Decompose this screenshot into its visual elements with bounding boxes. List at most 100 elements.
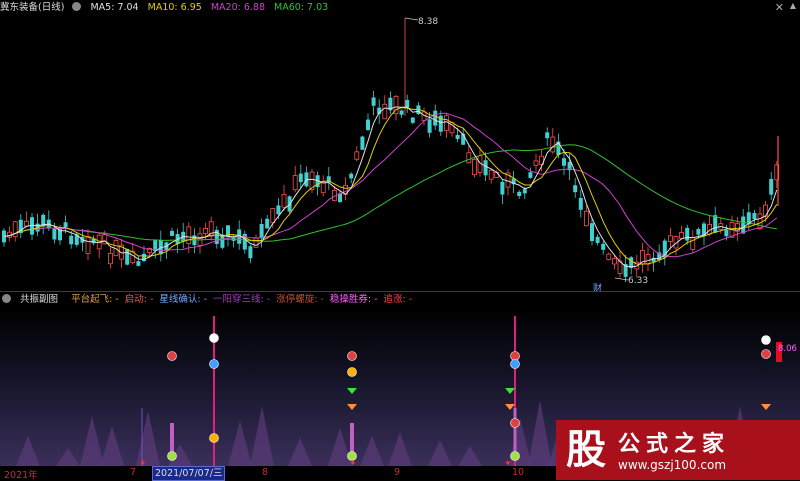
candle-body bbox=[433, 110, 438, 126]
sub-legend: 共振副图 平台起飞: - 启动: - 星线确认: - 一阳穿三线: - 涨停螺旋: - 稳… bbox=[0, 292, 424, 308]
candle-body bbox=[443, 115, 449, 132]
ma5-label: MA5: 7.04 bbox=[90, 2, 139, 13]
candle-body bbox=[668, 235, 673, 242]
logo-title: 公式之家 bbox=[618, 432, 731, 457]
candle-body bbox=[550, 136, 556, 153]
star-marker-icon: ✦ bbox=[504, 459, 512, 466]
sub-legend-item-1: 启动: - bbox=[124, 294, 154, 305]
candle-body bbox=[696, 229, 701, 235]
sub-title[interactable]: 共振副图 bbox=[20, 294, 58, 305]
candle-body bbox=[769, 178, 774, 195]
candle-body bbox=[259, 224, 264, 239]
candle-body bbox=[63, 222, 68, 227]
candle-body bbox=[142, 253, 146, 262]
candle-body bbox=[752, 212, 757, 220]
candle-body bbox=[108, 252, 113, 265]
logo-url: www.gszj100.com bbox=[618, 458, 727, 472]
signal-ball-icon bbox=[347, 367, 357, 377]
candle-body bbox=[685, 227, 690, 241]
candle-body bbox=[349, 173, 354, 179]
candle-body bbox=[69, 235, 74, 245]
star-marker-icon: ✦ bbox=[349, 459, 357, 466]
candle-body bbox=[265, 218, 270, 229]
candle-body bbox=[354, 151, 360, 160]
candle-body bbox=[573, 185, 578, 193]
candle-body bbox=[595, 236, 600, 243]
high-price-label: 8.38 bbox=[418, 17, 438, 27]
candlestick-chart[interactable]: 8.38 6.33 财 bbox=[0, 16, 800, 292]
candle-body bbox=[471, 159, 477, 176]
axis-month-9: 9 bbox=[394, 467, 401, 478]
cursor-date: 2021/07/07/三 bbox=[152, 466, 226, 481]
sub-legend-item-0: 平台起飞: - bbox=[71, 294, 119, 305]
candle-body bbox=[360, 136, 365, 150]
candle-body bbox=[203, 227, 209, 234]
signal-ball-icon bbox=[510, 351, 520, 361]
candle-body bbox=[757, 213, 763, 230]
stock-title[interactable]: 冀东装备(日线) bbox=[0, 2, 64, 13]
candle-body bbox=[584, 210, 589, 227]
settings-icon[interactable] bbox=[72, 2, 82, 11]
candle-body bbox=[533, 160, 539, 166]
star-marker-icon: ✦ bbox=[139, 459, 147, 466]
candle-body bbox=[136, 261, 141, 266]
candle-body bbox=[186, 226, 192, 244]
candle-body bbox=[455, 134, 460, 139]
candle-body bbox=[281, 193, 287, 208]
ma5-line bbox=[3, 106, 778, 268]
candle-body bbox=[366, 119, 370, 131]
sub-settings-icon[interactable] bbox=[2, 294, 11, 303]
axis-year: 2021年 bbox=[4, 470, 38, 481]
sub-legend-item-4: 涨停螺旋: - bbox=[276, 294, 324, 305]
candle-body bbox=[601, 243, 606, 250]
signal-ball-icon bbox=[209, 433, 219, 443]
sub-legend-item-2: 星线确认: - bbox=[159, 294, 208, 305]
signal-ball-icon bbox=[209, 359, 219, 369]
site-logo: 股 公式之家 www.gszj100.com bbox=[556, 420, 800, 480]
close-icon[interactable]: ✕ bbox=[775, 1, 784, 14]
candle-body bbox=[270, 208, 276, 224]
stock-chart-window: 冀东装备(日线) MA5: 7.04 MA10: 6.95 MA20: 6.88… bbox=[0, 0, 800, 481]
candle-body bbox=[606, 253, 612, 261]
sub-legend-item-3: 一阳穿三线: - bbox=[213, 294, 271, 305]
candle-body bbox=[545, 132, 550, 139]
candle-body bbox=[85, 236, 91, 254]
candle-body bbox=[170, 230, 174, 236]
candle-body bbox=[578, 197, 583, 210]
signal-ball-icon bbox=[761, 349, 771, 359]
signal-ball-icon bbox=[167, 451, 177, 461]
candle-body bbox=[292, 175, 298, 191]
candle-body bbox=[23, 220, 29, 227]
candle-body bbox=[298, 173, 303, 183]
signal-ball-icon bbox=[510, 359, 520, 369]
axis-month-10: 10 bbox=[512, 467, 525, 478]
candle-body bbox=[399, 110, 404, 115]
candle-body bbox=[488, 169, 494, 180]
candle-body bbox=[500, 181, 505, 195]
candle-body bbox=[125, 249, 130, 265]
candle-body bbox=[679, 232, 684, 239]
sub-legend-item-6: 追涨: - bbox=[383, 294, 413, 305]
plus-circle-icon bbox=[761, 335, 771, 345]
candle-body bbox=[522, 189, 527, 194]
main-legend: 冀东装备(日线) MA5: 7.04 MA10: 6.95 MA20: 6.88… bbox=[0, 0, 334, 16]
ma60-line bbox=[3, 144, 777, 242]
candle-body bbox=[612, 258, 617, 265]
candle-body bbox=[483, 160, 488, 176]
candle-body bbox=[405, 99, 410, 108]
sub-legend-item-5: 稳操胜券: - bbox=[329, 294, 378, 305]
candle-body bbox=[645, 254, 651, 265]
candle-body bbox=[427, 119, 432, 133]
collapse-icon[interactable]: ▲ bbox=[790, 1, 796, 10]
candle-body bbox=[276, 205, 281, 215]
axis-month-7: 7 bbox=[130, 467, 137, 478]
candle-body bbox=[590, 223, 594, 242]
signal-ball-icon bbox=[510, 418, 520, 428]
signal-ball-icon bbox=[510, 451, 520, 461]
candle-body bbox=[528, 172, 533, 178]
candle-body bbox=[410, 117, 415, 123]
candle-body bbox=[562, 158, 566, 166]
ma10-line bbox=[3, 107, 778, 265]
candle-body bbox=[713, 215, 718, 233]
ma10-label: MA10: 6.95 bbox=[147, 2, 202, 13]
